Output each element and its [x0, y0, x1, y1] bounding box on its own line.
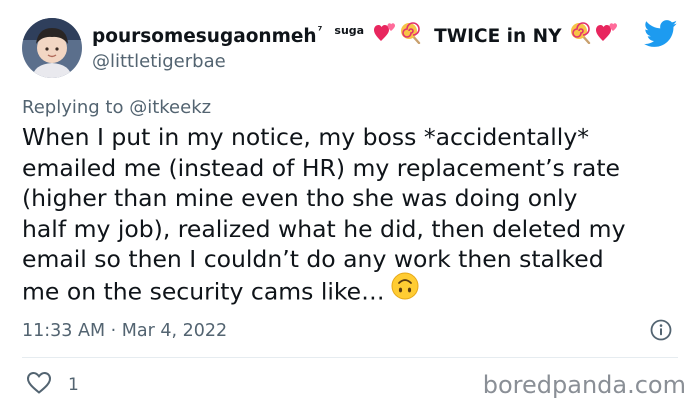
replying-to-prefix: Replying to — [22, 97, 130, 118]
like-button[interactable]: 1 — [26, 371, 79, 399]
replying-to: Replying to @itkeekz — [22, 96, 211, 120]
tweet-text-line: (higher than mine even tho she was doing… — [22, 184, 578, 212]
divider — [22, 357, 678, 358]
lollipop-icon — [400, 22, 422, 51]
like-count: 1 — [68, 375, 79, 395]
display-name[interactable]: poursomesugaonmeh ⁷ suga TWICE in NY — [92, 22, 620, 51]
heart-outline-icon — [26, 371, 52, 399]
tweet-text-line: me on the security cams like… — [22, 276, 385, 305]
avatar[interactable] — [22, 18, 82, 78]
tweet-text-last-line: me on the security cams like… — [22, 272, 692, 308]
display-name-sup-label: suga — [334, 23, 365, 37]
tweet-text-line: emailed me (instead of HR) my replacemen… — [22, 153, 620, 182]
tweet-text-line: half my job), realized what he did, then… — [22, 214, 626, 243]
two-hearts-icon — [595, 23, 618, 50]
tweet-card: poursomesugaonmeh ⁷ suga TWICE in NY @li… — [0, 0, 700, 410]
lollipop-icon — [570, 22, 592, 51]
display-name-text: poursomesugaonmeh — [92, 25, 317, 47]
tweet-text-line: email so then I couldn’t do any work the… — [22, 245, 604, 273]
upside-down-face-icon — [391, 272, 419, 308]
tweet-text: When I put in my notice, my boss *accide… — [22, 122, 692, 305]
tweet-timestamp[interactable]: 11:33 AM · Mar 4, 2022 — [22, 319, 227, 343]
user-handle[interactable]: @littletigerbae — [92, 50, 226, 74]
watermark: boredpanda.com — [482, 371, 686, 399]
twitter-bird-icon[interactable] — [643, 20, 678, 52]
info-icon[interactable] — [650, 319, 672, 341]
tweet-text-line: When I put in my notice, my boss *accide… — [22, 123, 589, 151]
two-hearts-icon — [374, 23, 396, 50]
display-name-superscript: ⁷ — [317, 23, 323, 37]
reply-mention-link[interactable]: @itkeekz — [129, 97, 211, 118]
display-name-suffix: TWICE in NY — [434, 25, 562, 47]
